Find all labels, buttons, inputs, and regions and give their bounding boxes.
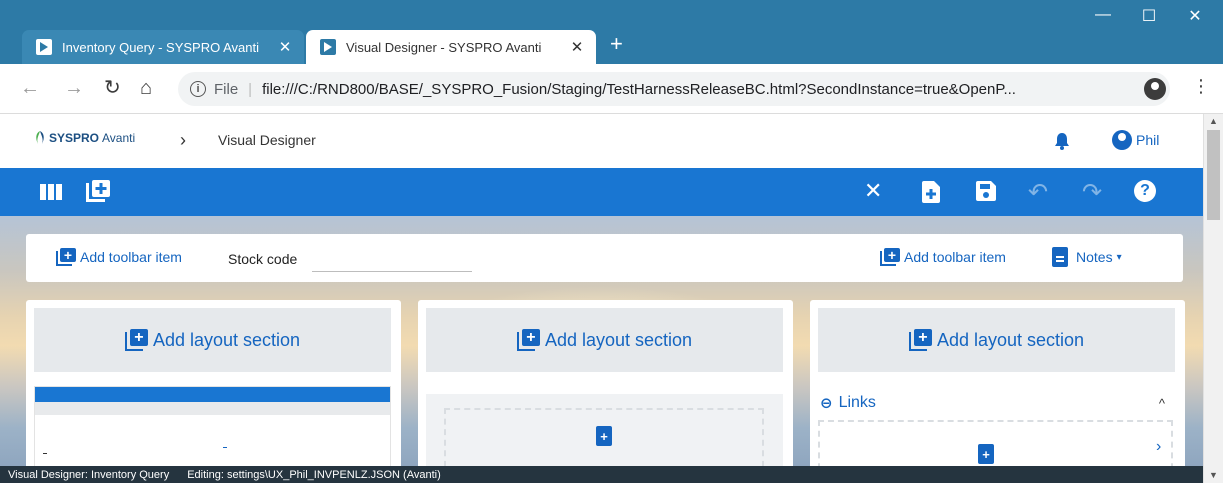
layout-column-3: + Add layout section ⊖ Links ^ + ›: [810, 300, 1185, 466]
panel-subheader: [35, 402, 390, 415]
minimize-icon[interactable]: —: [1080, 6, 1126, 24]
status-designer-name: Visual Designer: Inventory Query: [8, 468, 170, 481]
layout-column-1: + Add layout section: [26, 300, 401, 466]
user-name: Phil: [1136, 132, 1160, 148]
user-avatar-icon: [1112, 130, 1132, 150]
stock-code-label: Stock code: [228, 251, 298, 267]
url-separator: |: [248, 80, 253, 98]
add-section-icon: +: [516, 329, 541, 351]
syspro-favicon-icon: [320, 39, 336, 55]
add-layout-section-label: Add layout section: [544, 329, 693, 350]
add-toolbar-item-left[interactable]: + Add toolbar item: [56, 248, 182, 266]
notes-dropdown[interactable]: Notes ▾: [1052, 247, 1122, 267]
user-menu[interactable]: Phil: [1112, 130, 1159, 150]
stock-code-input[interactable]: [312, 246, 472, 272]
panel-field-marker: [43, 453, 47, 454]
new-tab-button[interactable]: +: [610, 33, 623, 55]
tab-close-icon[interactable]: ✕: [568, 38, 586, 56]
links-section-header[interactable]: ⊖ Links ^: [820, 394, 1165, 412]
scroll-down-icon[interactable]: ▼: [1209, 470, 1218, 480]
home-icon[interactable]: ⌂: [140, 77, 152, 99]
add-layout-section-button[interactable]: + Add layout section: [34, 308, 391, 372]
chevron-right-icon[interactable]: ›: [1156, 438, 1161, 456]
syspro-favicon-icon: [36, 39, 52, 55]
bell-icon[interactable]: [1054, 132, 1070, 150]
drop-zone[interactable]: +: [444, 408, 764, 466]
breadcrumb: Visual Designer: [218, 132, 316, 148]
add-layout-section-label: Add layout section: [152, 329, 301, 350]
forward-icon[interactable]: →: [64, 77, 84, 99]
close-designer-icon[interactable]: ✕: [864, 178, 882, 204]
scroll-up-icon[interactable]: ▲: [1209, 116, 1218, 126]
add-toolbar-item-label: Add toolbar item: [80, 249, 182, 265]
add-toolbar-item-right[interactable]: + Add toolbar item: [880, 248, 1006, 266]
save-icon[interactable]: [976, 181, 996, 201]
url-scheme: File: [214, 80, 239, 98]
reload-icon[interactable]: ↻: [104, 77, 121, 99]
vertical-scrollbar[interactable]: ▲ ▼: [1203, 114, 1223, 483]
notes-label: Notes: [1076, 249, 1113, 265]
undo-icon[interactable]: ↶: [1028, 178, 1048, 207]
help-icon[interactable]: ?: [1134, 180, 1156, 202]
layout-panel[interactable]: [34, 386, 391, 466]
panel-header: [35, 387, 390, 402]
logo-text-avanti: Avanti: [102, 131, 136, 145]
browser-menu-icon[interactable]: ⋮: [1192, 76, 1210, 97]
designer-toolbar: ✕ ↶ ↷ ?: [0, 168, 1203, 216]
tab-visual-designer[interactable]: Visual Designer - SYSPRO Avanti ✕: [306, 30, 596, 64]
links-label: Links: [838, 394, 876, 411]
add-layout-section-label: Add layout section: [936, 329, 1085, 350]
add-layout-section-button[interactable]: + Add layout section: [426, 308, 783, 372]
browser-window: Inventory Query - SYSPRO Avanti ✕ Visual…: [0, 0, 1223, 483]
syspro-logo-icon: [36, 131, 44, 144]
status-bar: Visual Designer: Inventory Query Editing…: [0, 466, 1203, 483]
omnibox[interactable]: i File | file:///C:/RND800/BASE/_SYSPRO_…: [178, 72, 1170, 106]
panel-field-marker: [223, 447, 227, 448]
tab-title: Inventory Query - SYSPRO Avanti: [62, 39, 260, 55]
notes-document-icon: [1052, 247, 1068, 267]
url-text[interactable]: file:///C:/RND800/BASE/_SYSPRO_Fusion/St…: [262, 81, 1140, 98]
tab-title: Visual Designer - SYSPRO Avanti: [346, 39, 542, 55]
collapse-chevron-icon[interactable]: ^: [1159, 396, 1165, 411]
logo-text-syspro: SYSPRO: [49, 131, 100, 145]
add-panel-icon[interactable]: [86, 180, 110, 202]
app-header: SYSPRO Avanti › Visual Designer Phil: [0, 114, 1203, 168]
site-info-icon[interactable]: i: [190, 81, 206, 97]
add-file-icon[interactable]: +: [978, 444, 994, 464]
link-icon: ⊖: [820, 395, 833, 412]
drop-zone-container: +: [426, 394, 783, 466]
add-section-icon: +: [124, 329, 149, 351]
caret-down-icon: ▾: [1116, 251, 1122, 263]
designer-canvas: + Add toolbar item Stock code + Add tool…: [0, 216, 1203, 466]
add-layout-section-button[interactable]: + Add layout section: [818, 308, 1175, 372]
add-toolbar-item-label: Add toolbar item: [904, 249, 1006, 265]
add-section-icon: +: [908, 329, 933, 351]
scrollbar-thumb[interactable]: [1207, 130, 1220, 220]
window-close-icon[interactable]: ✕: [1172, 6, 1218, 26]
tab-inventory-query[interactable]: Inventory Query - SYSPRO Avanti ✕: [22, 30, 304, 64]
profile-icon[interactable]: [1144, 78, 1166, 100]
tab-close-icon[interactable]: ✕: [276, 38, 294, 56]
tab-strip: Inventory Query - SYSPRO Avanti ✕ Visual…: [0, 0, 1223, 64]
form-toolbar-card: + Add toolbar item Stock code + Add tool…: [26, 234, 1183, 282]
back-icon[interactable]: ←: [20, 77, 40, 99]
new-file-icon[interactable]: [922, 181, 940, 203]
syspro-avanti-logo[interactable]: SYSPRO Avanti: [33, 130, 135, 146]
address-bar-row: ← → ↻ ⌂ i File | file:///C:/RND800/BASE/…: [0, 64, 1223, 114]
redo-icon[interactable]: ↷: [1082, 178, 1102, 207]
add-item-icon: +: [880, 248, 900, 266]
add-item-icon: +: [56, 248, 76, 266]
links-drop-zone[interactable]: + ›: [818, 420, 1173, 466]
breadcrumb-chevron-icon: ›: [180, 130, 186, 150]
columns-icon[interactable]: [40, 184, 62, 200]
add-file-icon[interactable]: +: [596, 426, 612, 446]
status-editing-file: Editing: settings\UX_Phil_INVPENLZ.JSON …: [187, 468, 441, 481]
maximize-icon[interactable]: ☐: [1126, 6, 1172, 26]
layout-column-2: + Add layout section +: [418, 300, 793, 466]
